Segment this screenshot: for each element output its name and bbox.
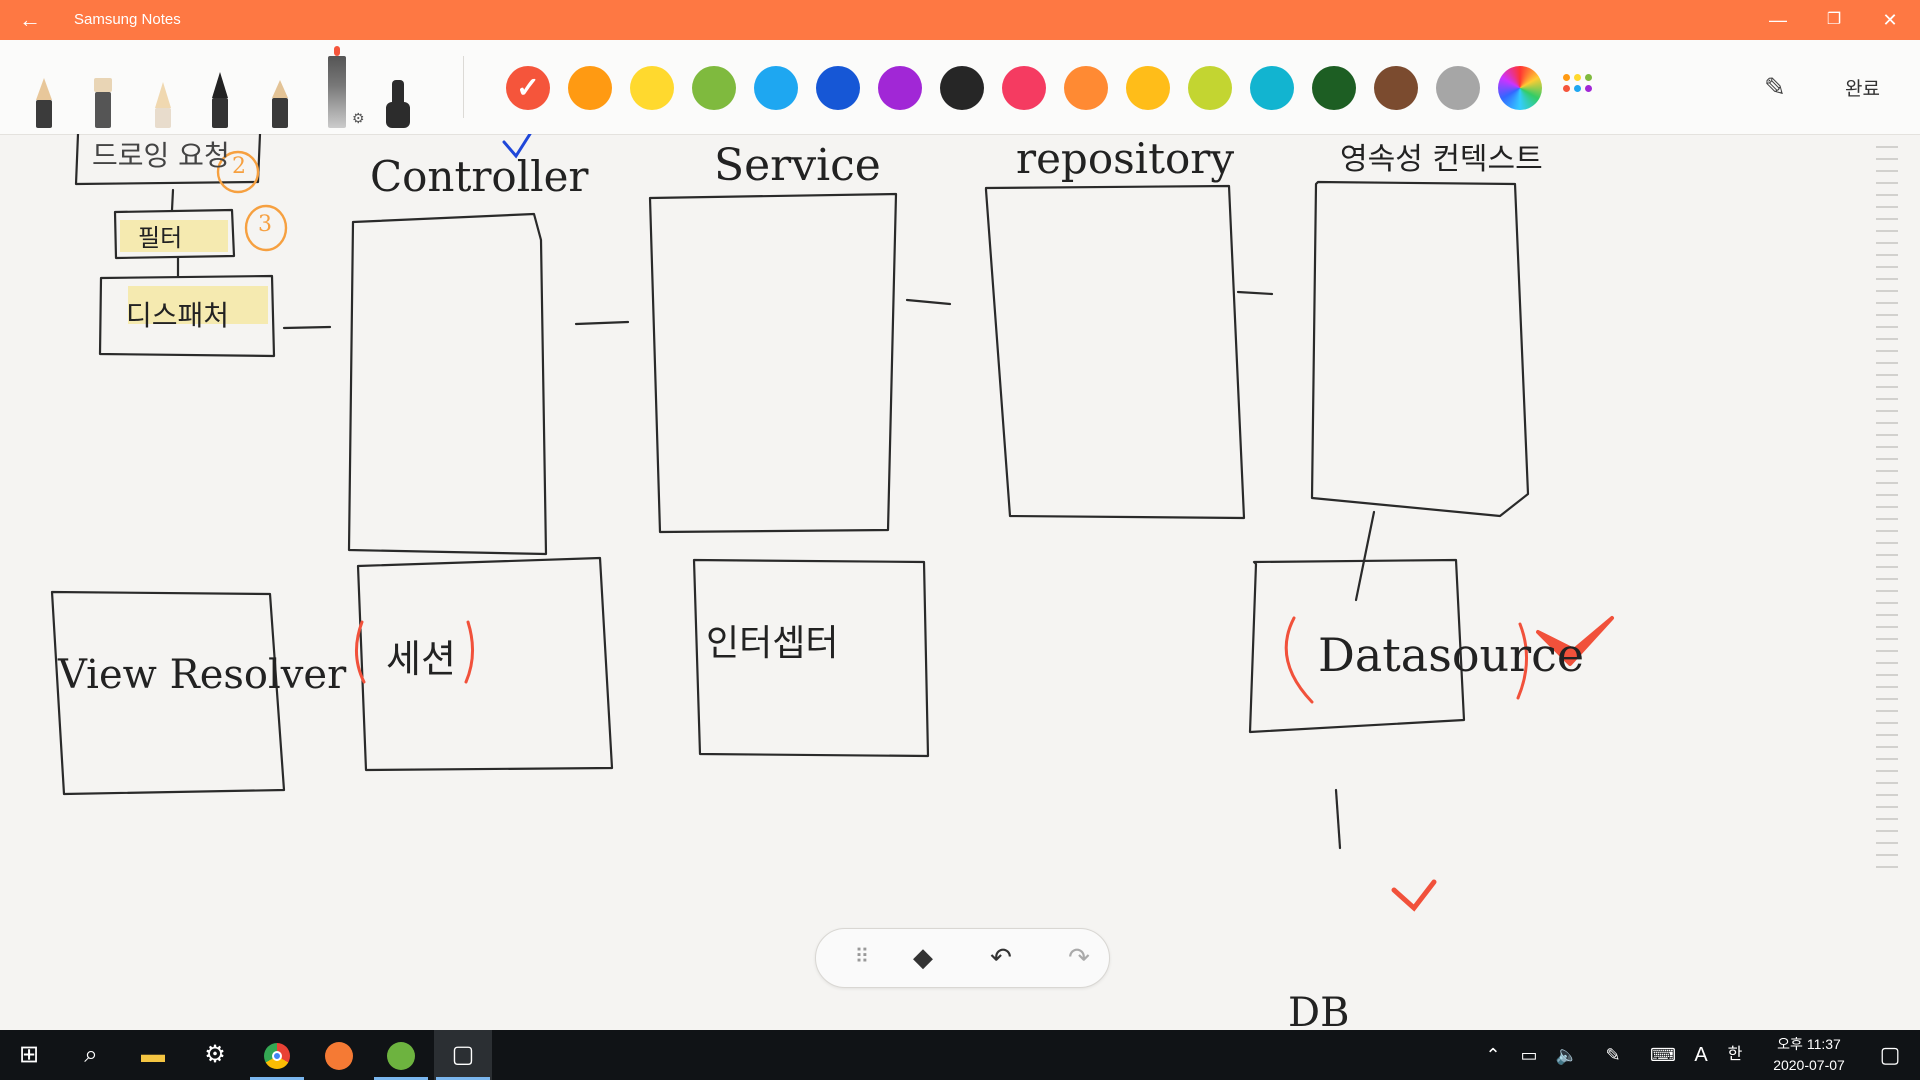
persistence-context-label: 영속성 컨텍스트 — [1340, 142, 1543, 177]
pen-workspace-icon[interactable]: ✎ — [1598, 1030, 1628, 1080]
keyboard-icon[interactable]: ⌨ — [1646, 1030, 1680, 1080]
color-swatch[interactable] — [692, 66, 736, 110]
redo-icon[interactable]: ↷ — [1059, 937, 1099, 977]
spring-app-icon[interactable] — [372, 1030, 430, 1080]
controller-label: Controller — [370, 152, 589, 201]
close-button[interactable]: ✕ — [1862, 0, 1918, 40]
clock-time: 오후 11:37 — [1777, 1036, 1841, 1052]
pen-toolbar: ⚙ ✎ 완료 — [0, 40, 1920, 135]
fountain-pen-icon[interactable] — [212, 72, 228, 128]
interceptor-label: 인터셉터 — [706, 623, 839, 664]
color-swatch[interactable] — [1064, 66, 1108, 110]
color-swatch[interactable] — [1002, 66, 1046, 110]
language-indicator[interactable]: 한 — [1722, 1030, 1748, 1080]
file-explorer-icon[interactable]: ▬ — [124, 1030, 182, 1080]
search-icon[interactable]: ⌕ — [62, 1030, 120, 1080]
color-swatch[interactable] — [1374, 66, 1418, 110]
badge-3: 3 — [258, 212, 272, 237]
toolbar-divider — [463, 56, 464, 118]
color-swatch[interactable] — [1188, 66, 1232, 110]
color-swatch[interactable] — [754, 66, 798, 110]
color-swatch[interactable] — [1250, 66, 1294, 110]
pencil-icon[interactable] — [36, 78, 52, 128]
more-colors-icon[interactable] — [1563, 74, 1603, 104]
chevron-up-icon[interactable]: ⌃ — [1478, 1030, 1508, 1080]
color-swatch[interactable] — [816, 66, 860, 110]
filter-label: 필터 — [138, 224, 183, 252]
handwriting-strokes — [50, 134, 1614, 912]
session-label: 세션 — [386, 637, 456, 681]
chrome-icon[interactable] — [248, 1030, 306, 1080]
floating-toolbar: ⠿ ◆ ↶ ↷ — [815, 928, 1110, 988]
done-button[interactable]: 완료 — [1845, 74, 1880, 101]
repository-label: repository — [1016, 134, 1235, 183]
dispatcher-label: 디스패처 — [126, 299, 230, 332]
ink-pen-icon[interactable] — [386, 80, 410, 128]
note-canvas[interactable]: 드로잉 요청 필터 2 디스패처 3 Controller Service re… — [0, 134, 1920, 1036]
clock-date: 2020-07-07 — [1773, 1057, 1845, 1073]
undo-icon[interactable]: ↶ — [981, 937, 1021, 977]
battery-icon[interactable]: ▭ — [1514, 1030, 1544, 1080]
gear-icon[interactable]: ⚙ — [352, 110, 365, 127]
color-swatch[interactable] — [630, 66, 674, 110]
marker-icon[interactable] — [94, 78, 112, 128]
calligraphy-pen-icon[interactable] — [272, 80, 288, 128]
app-title: Samsung Notes — [74, 11, 181, 28]
top-left-box-label: 드로잉 요청 — [92, 139, 230, 172]
view-resolver-label: View Resolver — [58, 652, 347, 698]
windows-start-icon[interactable]: ⊞ — [0, 1030, 58, 1080]
page-scrollbar[interactable] — [1876, 146, 1898, 876]
volume-icon[interactable]: 🔈 — [1552, 1030, 1582, 1080]
color-swatch[interactable] — [1126, 66, 1170, 110]
taskbar: ⊞ ⌕ ▬ ⚙ ▢ ⌃ ▭ 🔈 ✎ ⌨ A 한 오후 11:37 2020-07… — [0, 1030, 1920, 1080]
orange-app-icon[interactable] — [310, 1030, 368, 1080]
datasource-label: Datasource — [1318, 628, 1585, 682]
eyedropper-icon[interactable]: ✎ — [1764, 72, 1786, 103]
settings-icon[interactable]: ⚙ — [186, 1030, 244, 1080]
color-swatch[interactable] — [940, 66, 984, 110]
color-swatch[interactable] — [878, 66, 922, 110]
drag-handle-icon[interactable]: ⠿ — [842, 937, 882, 977]
service-label: Service — [714, 140, 881, 191]
arrow-left-icon[interactable]: ← — [14, 6, 46, 34]
color-swatch[interactable] — [1436, 66, 1480, 110]
samsung-notes-icon[interactable]: ▢ — [434, 1030, 492, 1080]
minimize-button[interactable]: — — [1750, 0, 1806, 40]
eraser-icon[interactable]: ◆ — [903, 937, 943, 977]
ime-mode[interactable]: A — [1688, 1030, 1714, 1080]
brush-icon[interactable] — [155, 82, 171, 128]
color-swatch[interactable] — [1312, 66, 1356, 110]
clock[interactable]: 오후 11:37 2020-07-07 — [1754, 1034, 1864, 1076]
title-bar: ← Samsung Notes — ❐ ✕ — [0, 0, 1920, 40]
color-swatch[interactable] — [506, 66, 550, 110]
restore-button[interactable]: ❐ — [1806, 0, 1862, 40]
notification-icon[interactable]: ▢ — [1870, 1030, 1910, 1080]
color-wheel-icon[interactable] — [1498, 66, 1542, 110]
badge-2: 2 — [232, 154, 246, 179]
color-swatch[interactable] — [568, 66, 612, 110]
pen-settings-icon[interactable] — [328, 46, 346, 128]
